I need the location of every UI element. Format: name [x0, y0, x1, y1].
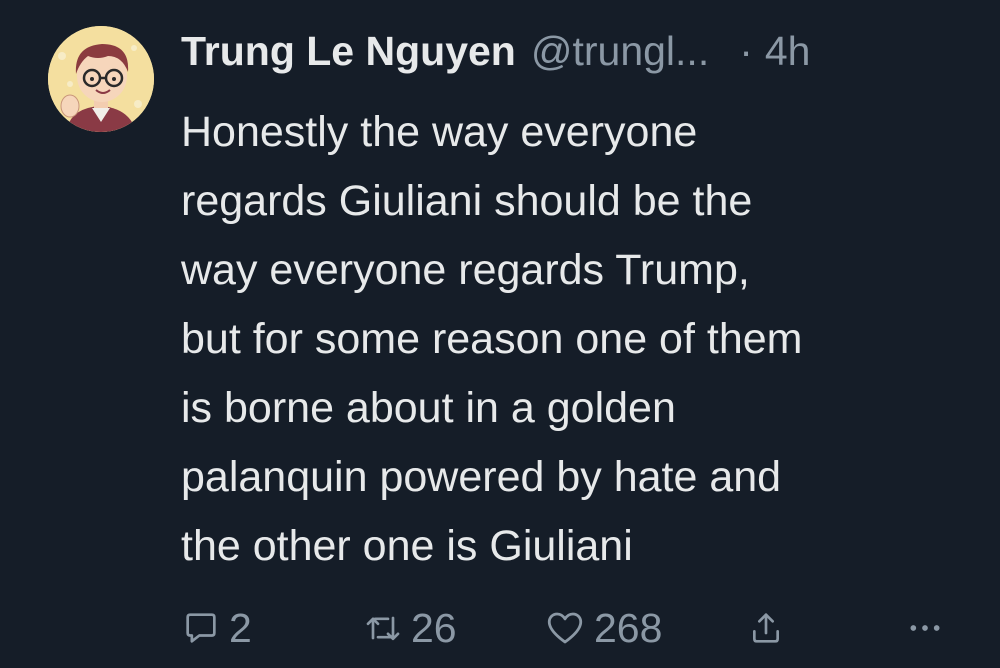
- like-count: 268: [594, 604, 663, 651]
- header-separator: ·: [739, 28, 753, 74]
- retweet-icon: [366, 616, 400, 641]
- more-dots-icon: [910, 625, 940, 631]
- author-handle[interactable]: @trungl...: [531, 28, 709, 75]
- tweet-header: Trung Le Nguyen @trungl... · 4h: [181, 28, 971, 84]
- tweet-text-line: but for some reason one of them: [181, 315, 803, 363]
- reply-icon: [186, 613, 216, 643]
- tweet-timestamp[interactable]: 4h: [765, 28, 811, 75]
- tweet-text-line: Honestly the way everyone: [181, 108, 698, 156]
- tweet-text-line: is borne about in a golden: [181, 384, 676, 432]
- like-button[interactable]: 268: [544, 600, 662, 656]
- share-icon: [753, 613, 779, 643]
- tweet-text: Honestly the way everyone regards Giulia…: [181, 98, 971, 581]
- author-display-name[interactable]: Trung Le Nguyen: [181, 28, 516, 75]
- cartoon-avatar-icon: [48, 26, 154, 132]
- share-button[interactable]: [746, 600, 786, 656]
- reply-count: 2: [229, 604, 252, 651]
- tweet-text-line: the other one is Giuliani: [181, 522, 633, 570]
- more-options-button[interactable]: [905, 600, 945, 656]
- tweet-text-line: regards Giuliani should be the: [181, 177, 753, 225]
- author-avatar[interactable]: [48, 26, 154, 132]
- retweet-button[interactable]: 26: [363, 600, 457, 656]
- tweet-text-line: palanquin powered by hate and: [181, 453, 782, 501]
- reply-button[interactable]: 2: [181, 600, 252, 656]
- tweet-text-line: way everyone regards Trump,: [181, 246, 750, 294]
- retweet-count: 26: [411, 604, 457, 651]
- heart-icon: [547, 612, 583, 644]
- tweet-actions: 2 26 268: [181, 600, 961, 656]
